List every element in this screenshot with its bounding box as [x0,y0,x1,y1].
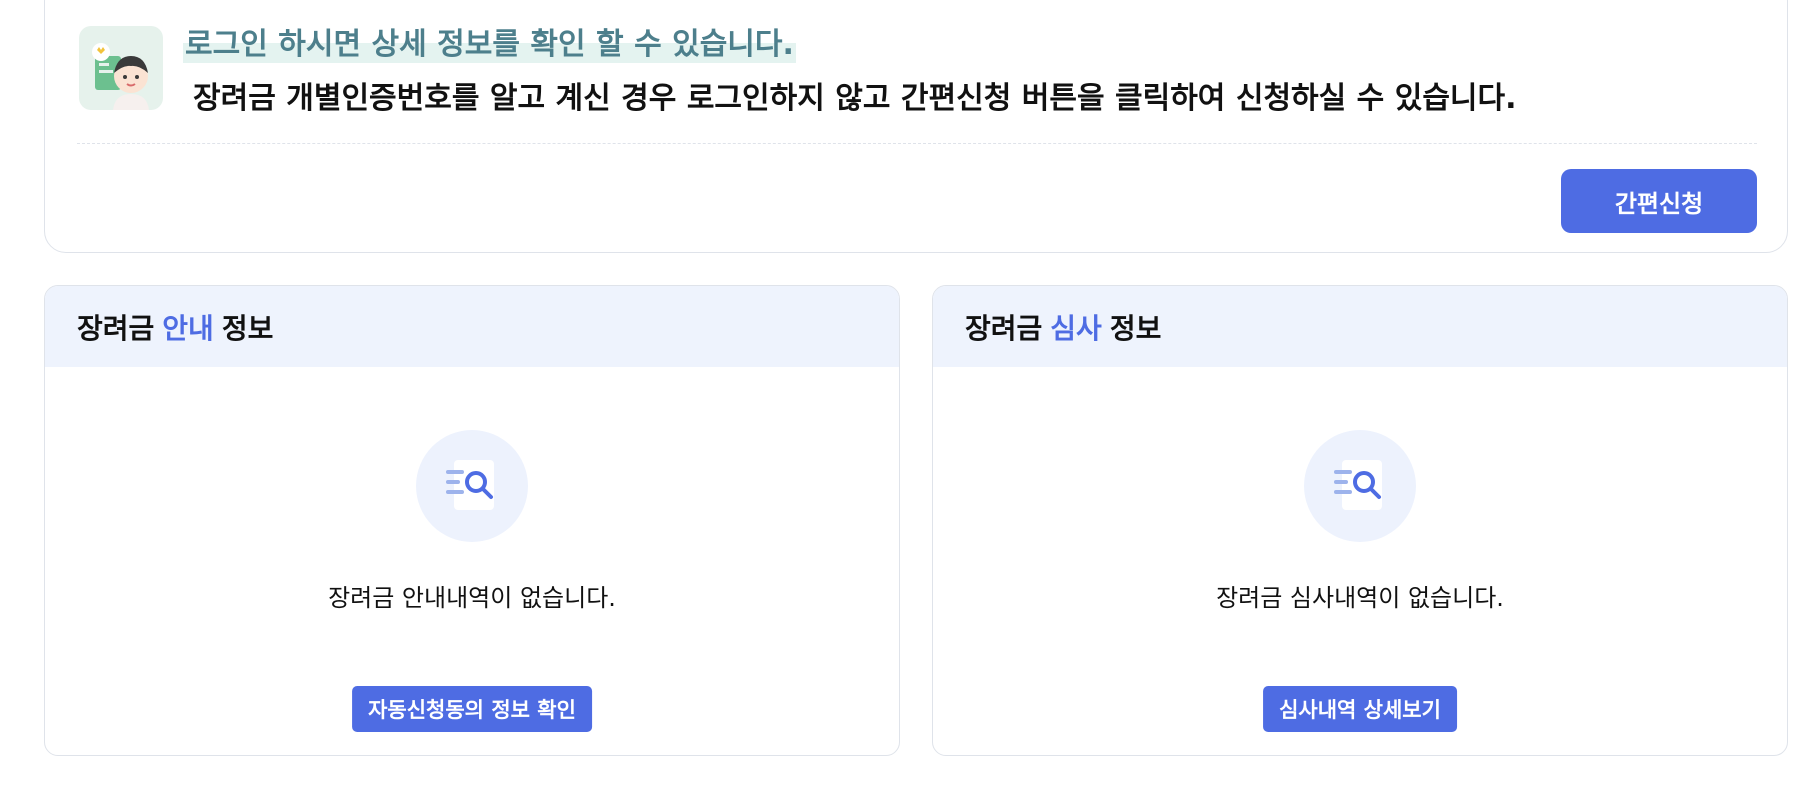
notice-divider [77,143,1757,144]
panel-header-guide: 장려금 안내 정보 [45,286,899,367]
panel-title-prefix: 장려금 [77,311,155,345]
simple-apply-button[interactable]: 간편신청 [1561,169,1757,233]
panel-title-prefix: 장려금 [965,311,1043,345]
document-search-icon [416,430,528,542]
review-info-panel: 장려금 심사 정보 장려금 심사내역이 없습니다. 심사내역 상세보기 [932,285,1788,756]
person-with-document-icon [79,26,163,110]
guide-info-panel: 장려금 안내 정보 장려금 안내내역이 없습니다. 자동신청동의 정보 확인 [44,285,900,756]
empty-message: 장려금 안내내역이 없습니다. [328,584,616,612]
auto-apply-consent-button[interactable]: 자동신청동의 정보 확인 [352,686,592,732]
panel-title-accent: 심사 [1050,311,1102,345]
document-search-icon [1304,430,1416,542]
notice-title: 로그인 하시면 상세 정보를 확인 할 수 있습니다. [183,19,796,63]
notice-text-block: 로그인 하시면 상세 정보를 확인 할 수 있습니다. 장려금 개별인증번호를 … [183,19,1517,117]
panel-title-accent: 안내 [162,311,214,345]
panel-header-review: 장려금 심사 정보 [933,286,1787,367]
panel-title-suffix: 정보 [1109,311,1162,345]
notice-description: 장려금 개별인증번호를 알고 계신 경우 로그인하지 않고 간편신청 버튼을 클… [193,81,1517,116]
empty-message: 장려금 심사내역이 없습니다. [1216,584,1504,612]
panel-title-suffix: 정보 [221,311,274,345]
review-detail-button[interactable]: 심사내역 상세보기 [1263,686,1457,732]
login-notice-card: 로그인 하시면 상세 정보를 확인 할 수 있습니다. 장려금 개별인증번호를 … [44,0,1788,253]
